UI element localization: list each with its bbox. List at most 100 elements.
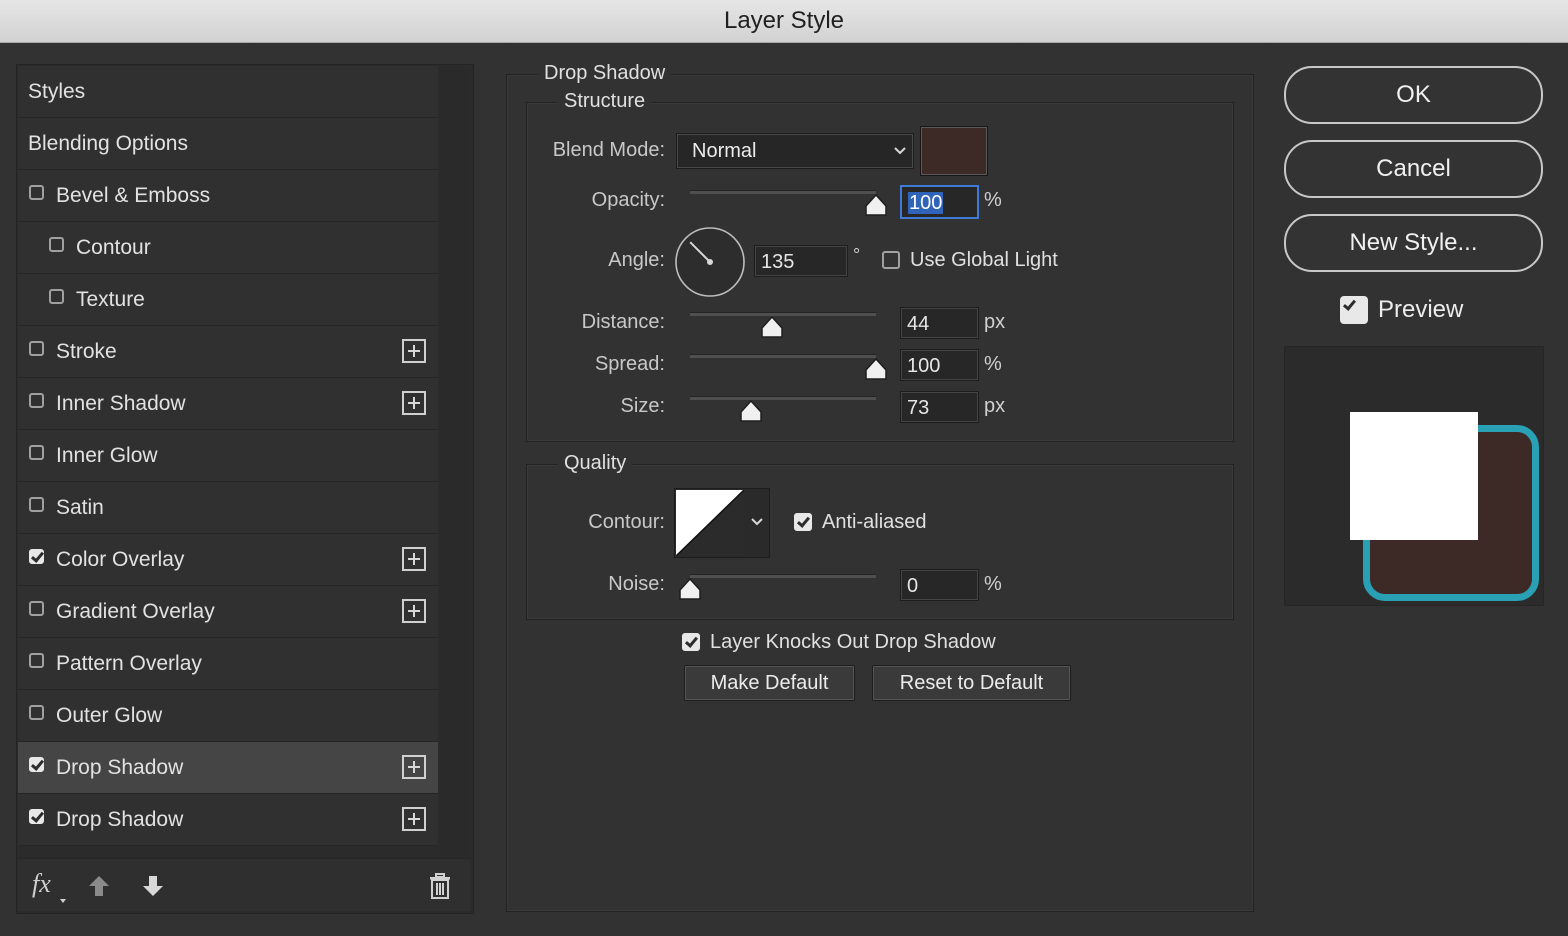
ok-button[interactable]: OK bbox=[1284, 66, 1543, 124]
style-checkbox[interactable] bbox=[29, 549, 44, 564]
styles-toolbar: fx bbox=[18, 858, 470, 911]
style-checkbox[interactable] bbox=[49, 237, 64, 252]
style-row-texture[interactable]: Texture bbox=[18, 274, 438, 326]
opacity-input[interactable]: 100 bbox=[900, 185, 979, 219]
style-checkbox[interactable] bbox=[29, 757, 44, 772]
contour-dropdown-icon[interactable] bbox=[750, 517, 764, 527]
structure-title: Structure bbox=[558, 90, 652, 113]
style-checkbox[interactable] bbox=[29, 393, 44, 408]
style-row-label: Blending Options bbox=[28, 132, 188, 155]
noise-input[interactable]: 0 bbox=[900, 569, 979, 601]
style-row-gradient-overlay[interactable]: Gradient Overlay bbox=[18, 586, 438, 638]
add-style-icon[interactable] bbox=[402, 339, 426, 363]
size-unit: px bbox=[984, 395, 1006, 417]
spread-label: Spread: bbox=[594, 353, 665, 375]
opacity-value: 100 bbox=[908, 192, 944, 214]
style-row-bevel-emboss[interactable]: Bevel & Emboss bbox=[18, 170, 438, 222]
style-row-satin[interactable]: Satin bbox=[18, 482, 438, 534]
new-style-button[interactable]: New Style... bbox=[1284, 214, 1543, 272]
styles-list: Styles Blending Options Bevel & Emboss Cont… bbox=[18, 66, 438, 846]
style-row-stroke[interactable]: Stroke bbox=[18, 326, 438, 378]
noise-unit: % bbox=[984, 573, 1002, 595]
style-checkbox[interactable] bbox=[49, 289, 64, 304]
angle-input[interactable]: 135 bbox=[754, 245, 848, 277]
style-checkbox[interactable] bbox=[29, 185, 44, 200]
chevron-down-icon bbox=[894, 147, 906, 155]
distance-slider-thumb[interactable] bbox=[760, 315, 784, 339]
make-default-button[interactable]: Make Default bbox=[684, 665, 855, 701]
style-row-outer-glow[interactable]: Outer Glow bbox=[18, 690, 438, 742]
style-row-contour[interactable]: Contour bbox=[18, 222, 438, 274]
move-up-icon[interactable] bbox=[88, 875, 110, 897]
size-slider-thumb[interactable] bbox=[739, 399, 763, 423]
add-style-icon[interactable] bbox=[402, 807, 426, 831]
style-row-label: Stroke bbox=[56, 340, 117, 363]
layer-knocks-out-label: Layer Knocks Out Drop Shadow bbox=[710, 631, 996, 653]
style-row-label: Pattern Overlay bbox=[56, 652, 202, 675]
style-row-label: Drop Shadow bbox=[56, 808, 184, 831]
style-row-styles[interactable]: Styles bbox=[18, 66, 438, 118]
size-slider-track[interactable] bbox=[690, 396, 876, 400]
anti-aliased-checkbox[interactable] bbox=[794, 513, 812, 531]
fx-icon[interactable]: fx bbox=[32, 869, 51, 899]
spread-slider-thumb[interactable] bbox=[864, 357, 888, 381]
preview-label: Preview bbox=[1378, 296, 1464, 323]
style-checkbox[interactable] bbox=[29, 809, 44, 824]
add-style-icon[interactable] bbox=[402, 391, 426, 415]
blend-mode-value: Normal bbox=[692, 140, 757, 162]
style-row-drop-shadow[interactable]: Drop Shadow bbox=[18, 794, 438, 846]
preview-layer-shape bbox=[1350, 412, 1478, 540]
style-checkbox[interactable] bbox=[29, 705, 44, 720]
add-style-icon[interactable] bbox=[402, 547, 426, 571]
spread-input[interactable]: 100 bbox=[900, 349, 979, 381]
noise-label: Noise: bbox=[608, 573, 665, 595]
style-checkbox[interactable] bbox=[29, 497, 44, 512]
style-checkbox[interactable] bbox=[29, 601, 44, 616]
opacity-slider-thumb[interactable] bbox=[864, 193, 888, 217]
style-row-drop-shadow[interactable]: Drop Shadow bbox=[18, 742, 438, 794]
opacity-slider-track[interactable] bbox=[690, 190, 876, 194]
angle-dial[interactable] bbox=[674, 226, 746, 298]
style-row-label: Styles bbox=[28, 80, 86, 103]
style-checkbox[interactable] bbox=[29, 341, 44, 356]
style-row-label: Inner Glow bbox=[56, 444, 158, 467]
size-input[interactable]: 73 bbox=[900, 391, 979, 423]
blend-mode-label: Blend Mode: bbox=[552, 139, 665, 161]
noise-slider-track[interactable] bbox=[690, 574, 876, 578]
quality-group bbox=[526, 464, 1234, 620]
use-global-light-label: Use Global Light bbox=[910, 249, 1058, 271]
shadow-color-swatch[interactable] bbox=[920, 126, 988, 176]
style-row-label: Color Overlay bbox=[56, 548, 185, 571]
distance-label: Distance: bbox=[581, 311, 665, 333]
layer-knocks-out-checkbox[interactable] bbox=[682, 633, 700, 651]
noise-slider-thumb[interactable] bbox=[678, 577, 702, 601]
blend-mode-select[interactable]: Normal bbox=[676, 133, 914, 169]
style-row-label: Contour bbox=[76, 236, 151, 259]
move-down-icon[interactable] bbox=[142, 875, 164, 897]
style-row-inner-shadow[interactable]: Inner Shadow bbox=[18, 378, 438, 430]
style-row-color-overlay[interactable]: Color Overlay bbox=[18, 534, 438, 586]
add-style-icon[interactable] bbox=[402, 755, 426, 779]
trash-icon[interactable] bbox=[428, 873, 452, 899]
add-style-icon[interactable] bbox=[402, 599, 426, 623]
distance-input[interactable]: 44 bbox=[900, 307, 979, 339]
spread-unit: % bbox=[984, 353, 1002, 375]
spread-slider-track[interactable] bbox=[690, 354, 876, 358]
fx-dropdown-icon bbox=[60, 899, 66, 903]
style-row-label: Drop Shadow bbox=[56, 756, 184, 779]
style-row-inner-glow[interactable]: Inner Glow bbox=[18, 430, 438, 482]
anti-aliased-label: Anti-aliased bbox=[822, 511, 927, 533]
style-checkbox[interactable] bbox=[29, 445, 44, 460]
angle-unit: ° bbox=[853, 245, 861, 265]
drop-shadow-title: Drop Shadow bbox=[538, 62, 672, 85]
preview-checkbox[interactable] bbox=[1340, 296, 1368, 324]
contour-picker[interactable] bbox=[674, 488, 770, 558]
style-row-pattern-overlay[interactable]: Pattern Overlay bbox=[18, 638, 438, 690]
styles-scrollbar[interactable] bbox=[440, 66, 470, 856]
reset-to-default-button[interactable]: Reset to Default bbox=[872, 665, 1071, 701]
style-checkbox[interactable] bbox=[29, 653, 44, 668]
use-global-light-checkbox[interactable] bbox=[882, 251, 900, 269]
style-row-label: Gradient Overlay bbox=[56, 600, 215, 623]
cancel-button[interactable]: Cancel bbox=[1284, 140, 1543, 198]
style-row-blending-options[interactable]: Blending Options bbox=[18, 118, 438, 170]
